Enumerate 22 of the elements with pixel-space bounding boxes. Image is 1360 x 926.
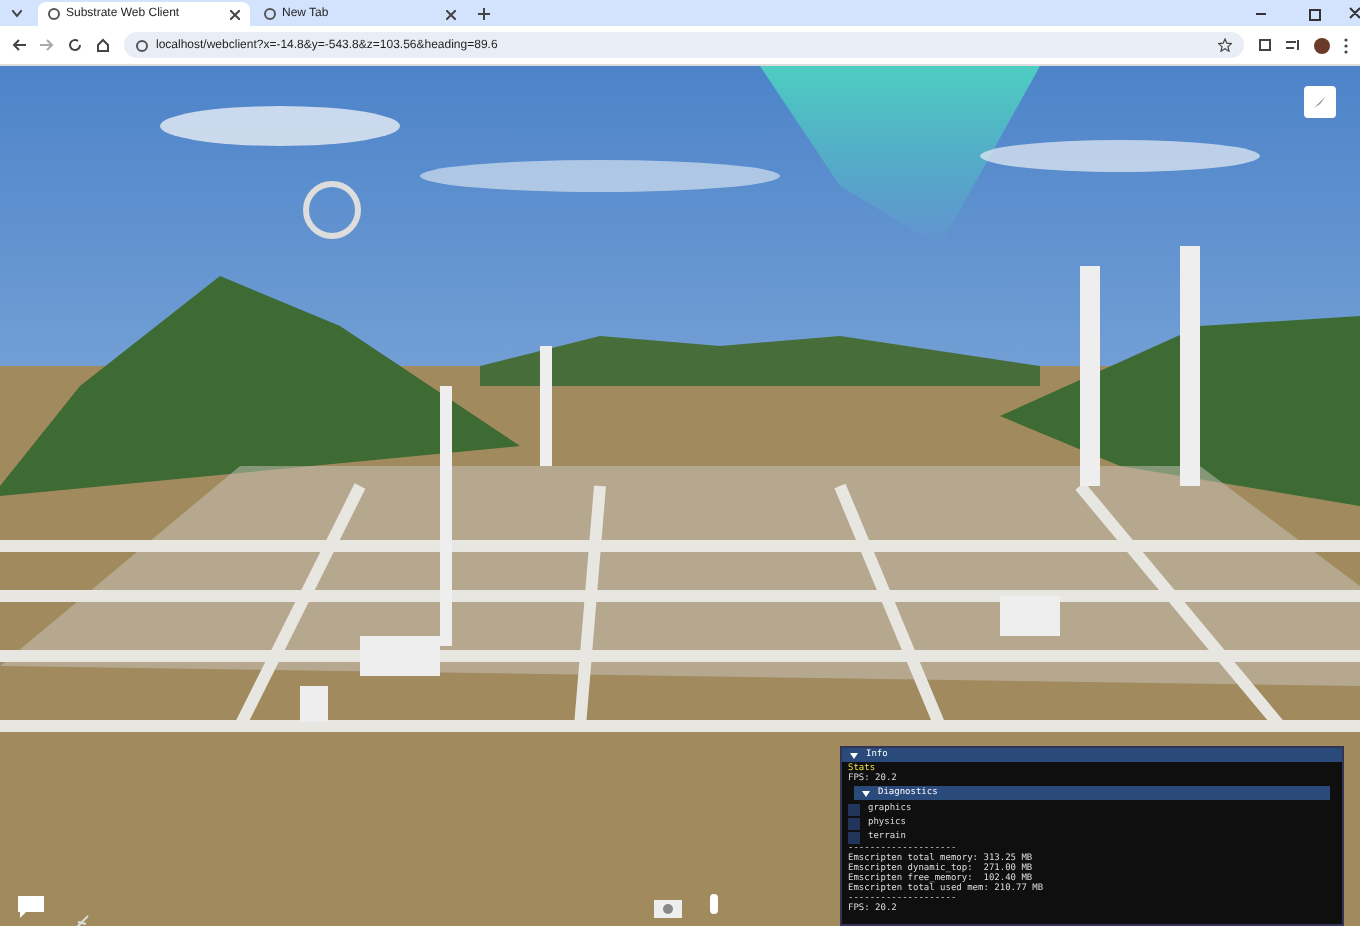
triangle-icon — [850, 751, 858, 759]
media-icon[interactable] — [1286, 38, 1300, 52]
globe-icon — [48, 8, 60, 20]
globe-icon — [264, 8, 276, 20]
checkbox[interactable] — [848, 803, 860, 815]
reload-icon[interactable] — [68, 38, 82, 52]
chat-icon[interactable] — [18, 896, 44, 918]
back-arrow-icon[interactable] — [12, 38, 26, 52]
checkbox[interactable] — [848, 817, 860, 829]
checkbox[interactable] — [848, 831, 860, 843]
triangle-icon — [862, 789, 870, 797]
close-icon[interactable] — [230, 9, 240, 19]
close-icon[interactable] — [446, 9, 456, 19]
extensions-icon[interactable] — [1258, 38, 1272, 52]
camera-icon[interactable] — [654, 900, 682, 918]
slider-icon[interactable] — [710, 894, 718, 914]
home-icon[interactable] — [96, 38, 110, 52]
caret-icon[interactable] — [12, 10, 22, 18]
plus-icon[interactable] — [478, 8, 490, 20]
star-icon[interactable] — [1218, 38, 1232, 52]
site-info-icon — [136, 39, 148, 51]
avatar-icon[interactable] — [1314, 37, 1330, 53]
